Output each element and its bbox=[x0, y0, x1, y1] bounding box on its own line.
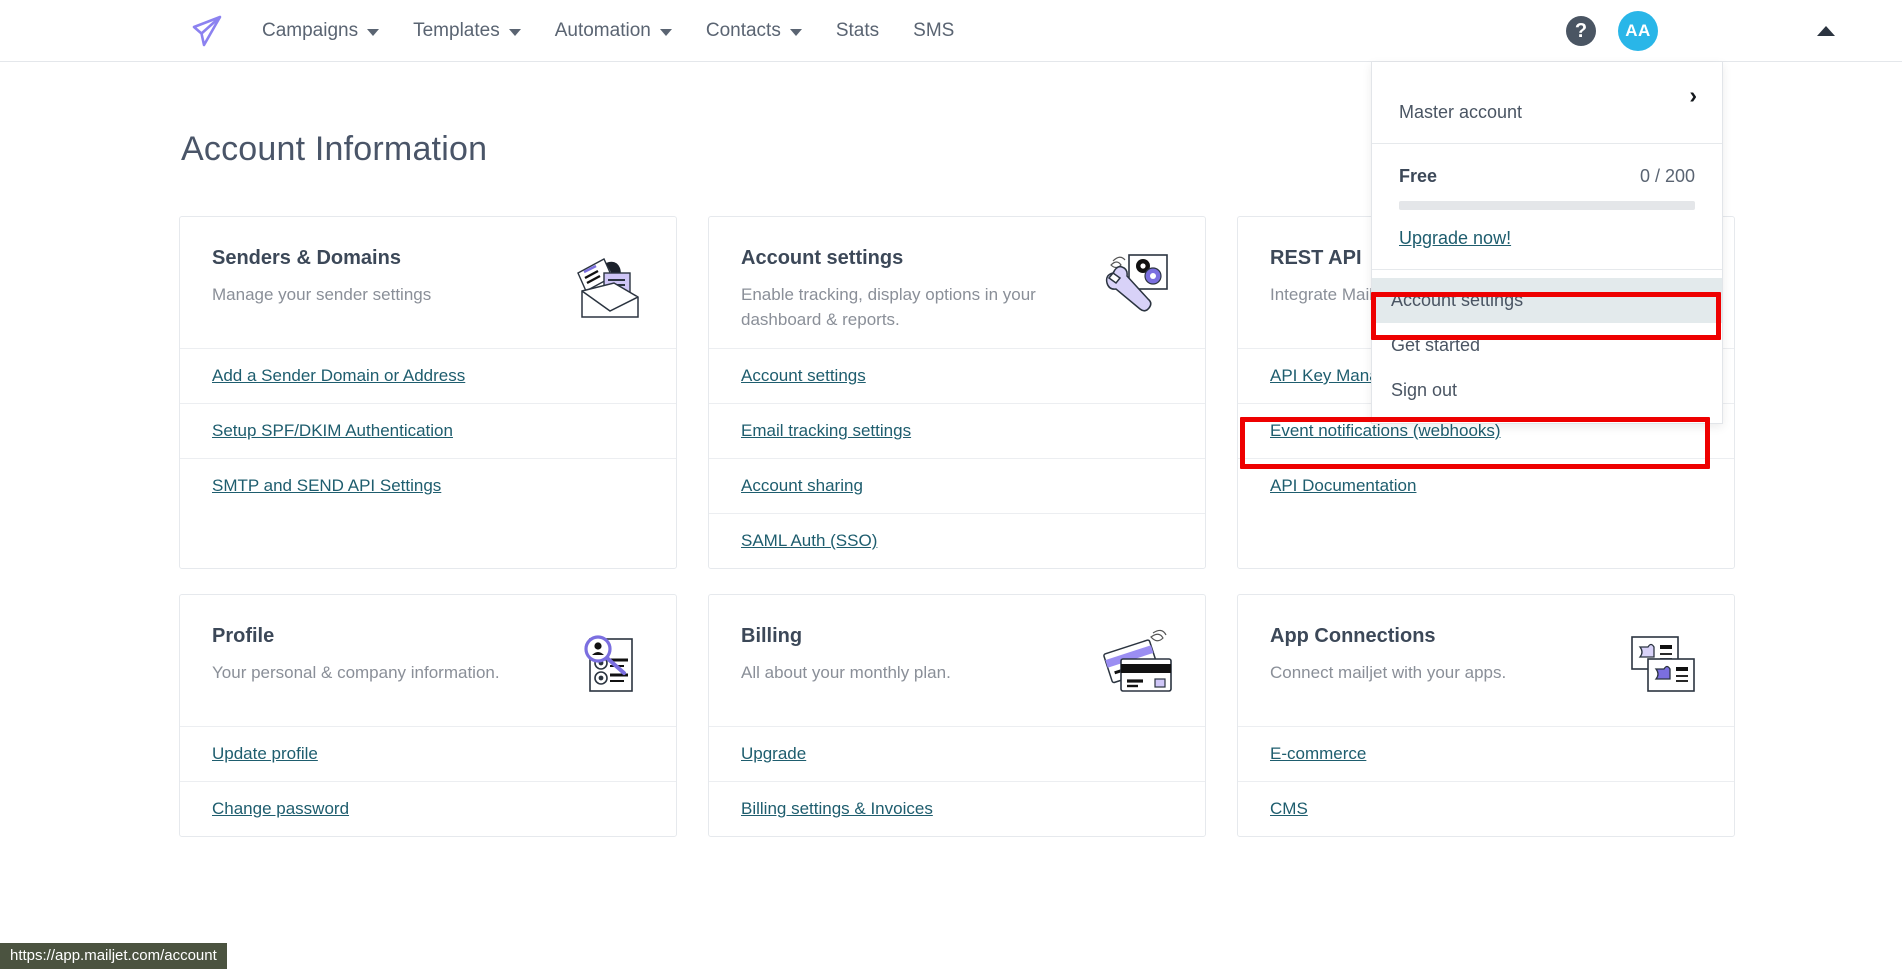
nav-item-automation[interactable]: Automation bbox=[538, 0, 689, 62]
envelope-letter-icon bbox=[560, 247, 646, 327]
link-event-notifications-webhooks[interactable]: Event notifications (webhooks) bbox=[1270, 421, 1501, 441]
nav-item-label: SMS bbox=[913, 19, 955, 41]
nav-item-templates[interactable]: Templates bbox=[396, 0, 538, 62]
account-master-section: › Master account bbox=[1372, 62, 1722, 144]
card-title: Billing bbox=[741, 625, 803, 647]
link-account-sharing[interactable]: Account sharing bbox=[741, 476, 863, 496]
link-billing-settings-invoices[interactable]: Billing settings & Invoices bbox=[741, 799, 933, 819]
plan-progress-bar bbox=[1399, 201, 1695, 210]
card-header: Billing All about your monthly plan. bbox=[709, 595, 1205, 726]
plan-row: Free 0 / 200 bbox=[1399, 166, 1695, 187]
nav-item-stats[interactable]: Stats bbox=[819, 0, 896, 62]
link-cms[interactable]: CMS bbox=[1270, 799, 1308, 819]
master-account-label: Master account bbox=[1399, 102, 1523, 122]
card-description: Your personal & company information. bbox=[212, 663, 500, 682]
card-link-row[interactable]: CMS bbox=[1238, 781, 1734, 836]
master-account-row[interactable]: Master account bbox=[1399, 84, 1695, 123]
nav-item-label: Automation bbox=[554, 19, 651, 41]
card-link-row[interactable]: Setup SPF/DKIM Authentication bbox=[180, 403, 676, 458]
card-link-row[interactable]: SAML Auth (SSO) bbox=[709, 513, 1205, 568]
card-title: Senders & Domains bbox=[212, 247, 401, 269]
plan-section: Free 0 / 200 Upgrade now! bbox=[1372, 144, 1722, 270]
card-billing: Billing All about your monthly plan. Upg… bbox=[708, 594, 1206, 837]
card-description: Manage your sender settings bbox=[212, 285, 432, 304]
nav-right-controls: ? AA bbox=[1566, 0, 1902, 62]
caret-up-icon[interactable] bbox=[1817, 26, 1835, 36]
card-app-connections: App Connections Connect mailjet with you… bbox=[1237, 594, 1735, 837]
page-root: Campaigns Templates Automation Contacts … bbox=[0, 0, 1902, 969]
link-smtp-send-api-settings[interactable]: SMTP and SEND API Settings bbox=[212, 476, 441, 496]
help-question-icon[interactable]: ? bbox=[1566, 16, 1596, 46]
link-upgrade[interactable]: Upgrade bbox=[741, 744, 806, 764]
plan-name: Free bbox=[1399, 166, 1438, 186]
card-title: Profile bbox=[212, 625, 275, 647]
chevron-down-icon bbox=[508, 29, 521, 36]
card-link-row[interactable]: Update profile bbox=[180, 726, 676, 781]
menu-item-label: Get started bbox=[1391, 335, 1481, 355]
nav-item-campaigns[interactable]: Campaigns bbox=[245, 0, 396, 62]
chevron-down-icon bbox=[367, 29, 380, 36]
card-header: Account settings Enable tracking, displa… bbox=[709, 217, 1205, 348]
nav-item-label: Templates bbox=[413, 19, 500, 41]
link-account-settings[interactable]: Account settings bbox=[741, 366, 866, 386]
card-link-row[interactable]: Account settings bbox=[709, 348, 1205, 403]
status-bar-url: https://app.mailjet.com/account bbox=[0, 943, 227, 969]
nav-item-label: Campaigns bbox=[262, 19, 359, 41]
menu-item-sign-out[interactable]: Sign out bbox=[1372, 368, 1722, 413]
card-header: Profile Your personal & company informat… bbox=[180, 595, 676, 726]
nav-item-sms[interactable]: SMS bbox=[896, 0, 971, 62]
card-senders-and-domains: Senders & Domains Manage your sender set… bbox=[179, 216, 677, 569]
avatar[interactable]: AA bbox=[1618, 11, 1658, 51]
account-dropdown-menu: › Master account Free 0 / 200 Upgrade no… bbox=[1371, 62, 1723, 424]
link-email-tracking-settings[interactable]: Email tracking settings bbox=[741, 421, 911, 441]
link-update-profile[interactable]: Update profile bbox=[212, 744, 318, 764]
card-header: Senders & Domains Manage your sender set… bbox=[180, 217, 676, 348]
menu-item-label: Account settings bbox=[1391, 290, 1524, 310]
nav-item-label: Stats bbox=[835, 19, 880, 41]
chevron-down-icon bbox=[789, 29, 802, 36]
card-link-row[interactable]: API Documentation bbox=[1238, 458, 1734, 513]
plan-quota: 0 / 200 bbox=[1639, 166, 1695, 186]
puzzle-cards-icon bbox=[1618, 625, 1704, 705]
card-link-row[interactable]: Account sharing bbox=[709, 458, 1205, 513]
card-description: Enable tracking, display options in your… bbox=[741, 285, 1036, 329]
card-link-row[interactable]: Change password bbox=[180, 781, 676, 836]
link-add-sender-domain[interactable]: Add a Sender Domain or Address bbox=[212, 366, 465, 386]
chevron-down-icon bbox=[659, 29, 672, 36]
menu-item-get-started[interactable]: Get started bbox=[1372, 323, 1722, 368]
upgrade-now-link[interactable]: Upgrade now! bbox=[1399, 228, 1511, 248]
card-link-row[interactable]: E-commerce bbox=[1238, 726, 1734, 781]
card-link-row[interactable]: Upgrade bbox=[709, 726, 1205, 781]
card-link-row[interactable]: Add a Sender Domain or Address bbox=[180, 348, 676, 403]
card-link-row[interactable]: Billing settings & Invoices bbox=[709, 781, 1205, 836]
card-title: Account settings bbox=[741, 247, 904, 269]
card-link-row[interactable]: Email tracking settings bbox=[709, 403, 1205, 458]
link-api-documentation[interactable]: API Documentation bbox=[1270, 476, 1416, 496]
nav-item-label: Contacts bbox=[705, 19, 781, 41]
card-header: App Connections Connect mailjet with you… bbox=[1238, 595, 1734, 726]
link-setup-spf-dkim[interactable]: Setup SPF/DKIM Authentication bbox=[212, 421, 453, 441]
card-title: App Connections bbox=[1270, 625, 1436, 647]
credit-cards-icon bbox=[1089, 625, 1175, 705]
card-link-row[interactable]: SMTP and SEND API Settings bbox=[180, 458, 676, 513]
chevron-right-icon[interactable]: › bbox=[1689, 84, 1697, 107]
primary-nav-items: Campaigns Templates Automation Contacts … bbox=[245, 0, 971, 62]
card-account-settings: Account settings Enable tracking, displa… bbox=[708, 216, 1206, 569]
profile-magnifier-icon bbox=[560, 625, 646, 705]
menu-item-label: Sign out bbox=[1391, 380, 1458, 400]
link-saml-auth-sso[interactable]: SAML Auth (SSO) bbox=[741, 531, 877, 551]
wrench-gears-icon bbox=[1089, 247, 1175, 327]
link-e-commerce[interactable]: E-commerce bbox=[1270, 744, 1366, 764]
account-menu-items: Account settings Get started Sign out bbox=[1372, 270, 1722, 423]
card-description: All about your monthly plan. bbox=[741, 663, 951, 682]
card-description: Connect mailjet with your apps. bbox=[1270, 663, 1507, 682]
top-navigation-bar: Campaigns Templates Automation Contacts … bbox=[0, 0, 1902, 62]
nav-item-contacts[interactable]: Contacts bbox=[689, 0, 819, 62]
mailjet-paper-plane-logo-icon[interactable] bbox=[187, 11, 227, 51]
link-change-password[interactable]: Change password bbox=[212, 799, 349, 819]
card-profile: Profile Your personal & company informat… bbox=[179, 594, 677, 837]
menu-item-account-settings[interactable]: Account settings bbox=[1372, 278, 1722, 323]
